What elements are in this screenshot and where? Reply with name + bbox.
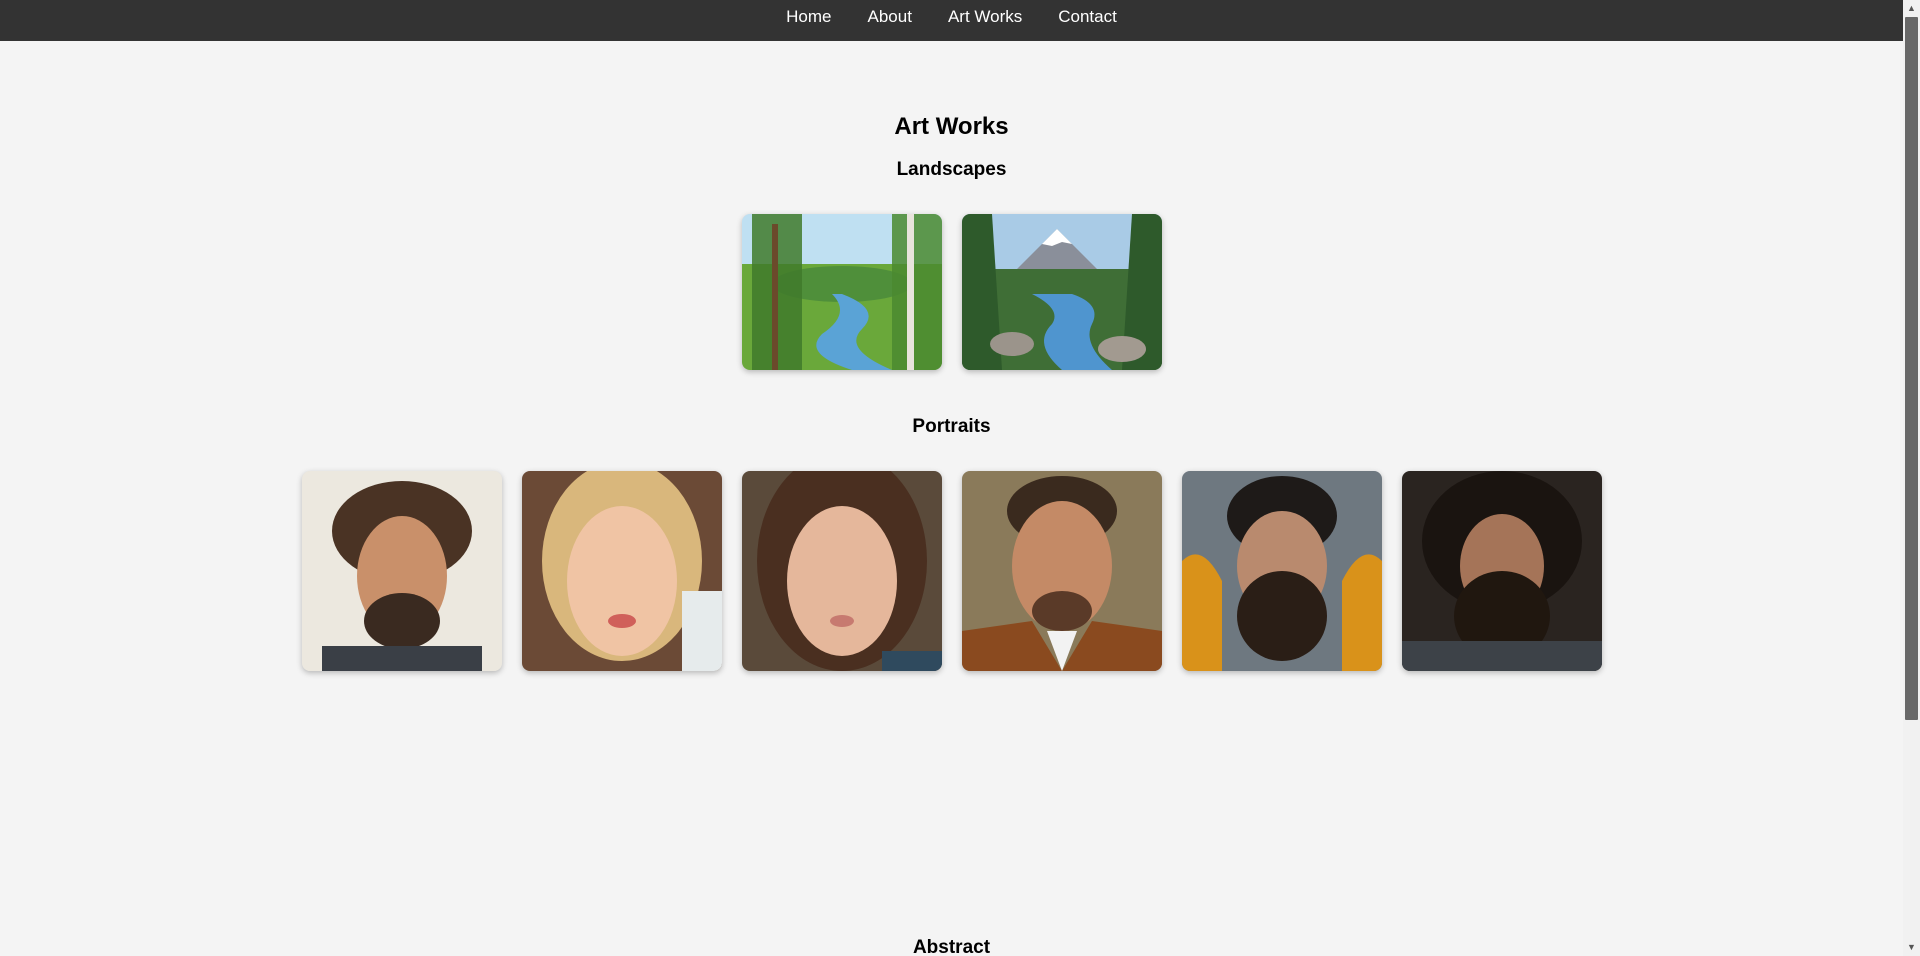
main-content: Art Works Landscapes Portraits Abstract [0, 41, 1903, 956]
nav-link-home[interactable]: Home [768, 1, 849, 33]
scroll-up-arrow-icon[interactable]: ▲ [1903, 0, 1920, 17]
scrollbar-thumb[interactable] [1905, 17, 1918, 720]
section-title-abstract: Abstract [912, 937, 991, 956]
vertical-scrollbar[interactable]: ▲ ▼ [1903, 0, 1920, 956]
nav-link-about[interactable]: About [850, 1, 930, 33]
section-title-portraits: Portraits [912, 416, 991, 437]
top-navbar: Home About Art Works Contact [0, 0, 1903, 41]
portrait-blonde-woman-image[interactable] [521, 471, 722, 671]
portrait-curly-haired-man-image[interactable] [301, 471, 502, 671]
scroll-down-arrow-icon[interactable]: ▼ [1903, 939, 1920, 956]
page-title: Art Works [894, 113, 1009, 140]
section-title-landscapes: Landscapes [896, 159, 1007, 180]
nav-link-contact[interactable]: Contact [1040, 1, 1135, 33]
portrait-bearded-man-hoodie-image[interactable] [1181, 471, 1382, 671]
landscape-mountain-river-image[interactable] [961, 214, 1162, 370]
landscape-forest-stream-image[interactable] [741, 214, 942, 370]
portraits-gallery [0, 471, 1903, 671]
portrait-wild-haired-man-image[interactable] [1401, 471, 1602, 671]
portrait-freckled-woman-image[interactable] [741, 471, 942, 671]
portrait-suited-man-image[interactable] [961, 471, 1162, 671]
landscapes-gallery [0, 214, 1903, 370]
nav-link-art-works[interactable]: Art Works [930, 1, 1040, 33]
